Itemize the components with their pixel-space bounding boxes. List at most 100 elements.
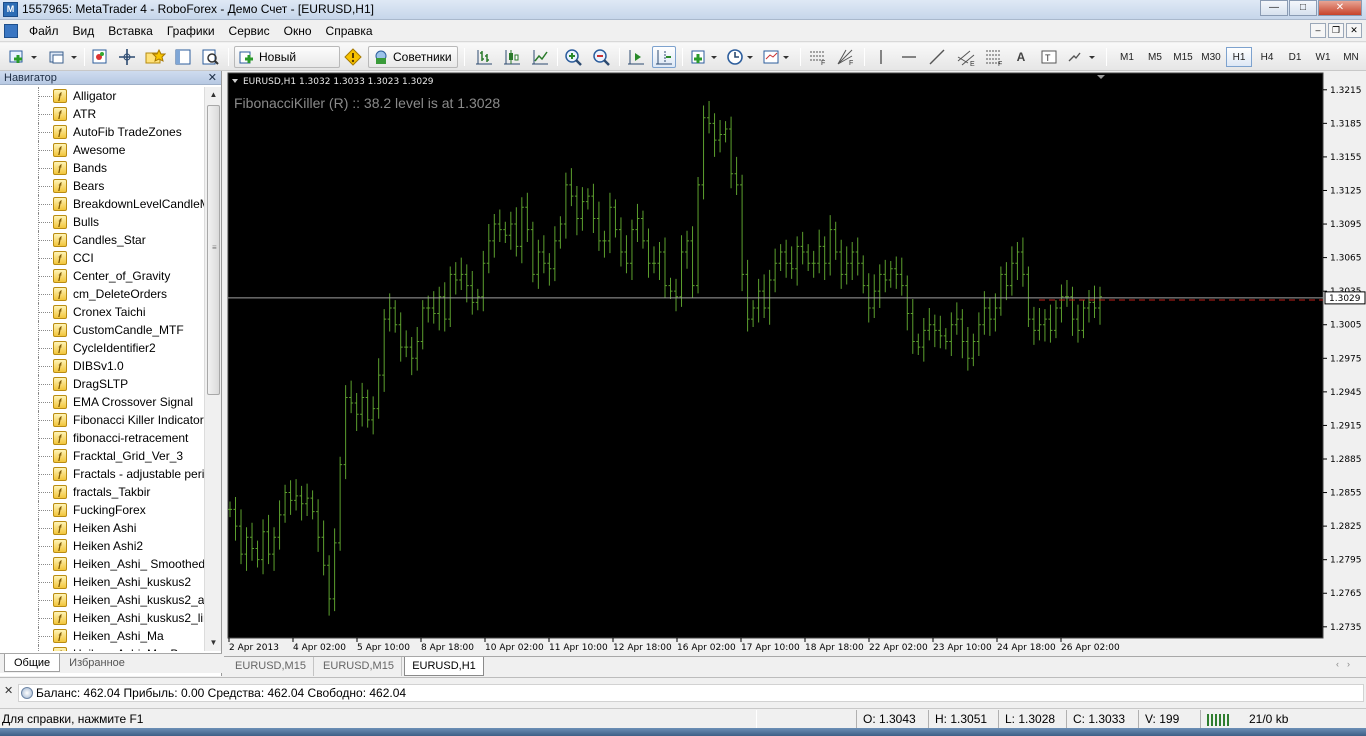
navigator-indicator-item[interactable]: ƒ Fractals - adjustable peri [0,465,204,483]
horizontal-line-button[interactable] [898,46,920,68]
connection-status[interactable]: 21/0 kb [1200,710,1360,728]
fibonacci-fan-button[interactable]: F [806,46,830,68]
text-tool-button[interactable]: A [1010,46,1032,68]
trendline-button[interactable] [926,46,948,68]
navigator-indicator-item[interactable]: ƒ Alligator [0,87,204,105]
price-chart[interactable]: EURUSD,H1 1.3032 1.3033 1.3023 1.3029 Fi… [224,71,1366,656]
data-window-button[interactable] [116,46,138,68]
menu-window[interactable]: Окно [277,20,319,42]
auto-scroll-button[interactable] [624,46,648,68]
menu-tools[interactable]: Сервис [222,20,277,42]
navigator-indicator-item[interactable]: ƒ EMA Crossover Signal [0,393,204,411]
navigator-indicator-item[interactable]: ƒ ATR [0,105,204,123]
timeframe-mn-button[interactable]: MN [1338,47,1364,67]
line-chart-button[interactable] [528,46,552,68]
navigator-indicator-item[interactable]: ƒ cm_DeleteOrders [0,285,204,303]
navigator-indicator-item[interactable]: ƒ BreakdownLevelCandleM [0,195,204,213]
close-button[interactable]: ✕ [1318,0,1362,16]
navigator-indicator-item[interactable]: ƒ DragSLTP [0,375,204,393]
navigator-indicator-item[interactable]: ƒ FuckingForex [0,501,204,519]
chart-window[interactable]: EURUSD,H1 1.3032 1.3033 1.3023 1.3029 Fi… [224,71,1366,656]
navigator-indicator-item[interactable]: ƒ Heiken_Ashi_kuskus2 [0,573,204,591]
navigator-indicator-item[interactable]: ƒ Fibonacci Killer Indicator [0,411,204,429]
tab-common[interactable]: Общие [4,654,61,672]
navigator-indicator-item[interactable]: ƒ Heiken_Ashi_kuskus2_lin [0,609,204,627]
navigator-indicator-item[interactable]: ƒ Heiken Ashi [0,519,204,537]
text-label-button[interactable]: T [1038,46,1060,68]
tab-favorites[interactable]: Избранное [60,654,134,672]
gann-fan-button[interactable]: F [834,46,858,68]
menu-view[interactable]: Вид [66,20,102,42]
timeframe-d1-button[interactable]: D1 [1282,47,1308,67]
timeframe-w1-button[interactable]: W1 [1310,47,1336,67]
timeframe-m5-button[interactable]: M5 [1142,47,1168,67]
navigator-indicator-item[interactable]: ƒ Bulls [0,213,204,231]
bar-chart-button[interactable] [472,46,496,68]
navigator-indicator-item[interactable]: ƒ Awesome [0,141,204,159]
navigator-indicator-item[interactable]: ƒ Candles_Star [0,231,204,249]
account-summary-row[interactable]: Баланс: 462.04 Прибыль: 0.00 Средства: 4… [18,684,1364,702]
chart-tab-eurusd-m15-1[interactable]: EURUSD,M15 [228,657,314,676]
timeframe-m15-button[interactable]: M15 [1170,47,1196,67]
navigator-indicator-item[interactable]: ƒ Heiken_Ashi_ Smoothed [0,555,204,573]
timeframe-h4-button[interactable]: H4 [1254,47,1280,67]
zoom-in-button[interactable] [562,46,586,68]
market-watch-button[interactable] [89,46,111,68]
minimize-button[interactable]: — [1260,0,1288,16]
terminal-button[interactable] [172,46,194,68]
alerts-button[interactable] [342,46,364,68]
mdi-restore-button[interactable]: ❐ [1328,23,1344,38]
navigator-indicator-item[interactable]: ƒ AutoFib TradeZones [0,123,204,141]
navigator-indicator-item[interactable]: ƒ CycleIdentifier2 [0,339,204,357]
scroll-down-icon[interactable]: ▼ [205,635,222,651]
navigator-indicator-item[interactable]: ƒ CustomCandle_MTF [0,321,204,339]
new-chart-button[interactable] [6,46,40,68]
navigator-indicator-item[interactable]: ƒ Bears [0,177,204,195]
templates-button[interactable] [760,46,792,68]
new-order-button[interactable]: Новый Ордер [234,46,340,84]
navigator-indicator-item[interactable]: ƒ Bands [0,159,204,177]
periods-button[interactable] [724,46,756,68]
navigator-indicator-item[interactable]: ƒ CCI [0,249,204,267]
navigator-indicator-item[interactable]: ƒ Heiken_Ashi_kuskus2_ale [0,591,204,609]
scroll-up-icon[interactable]: ▲ [205,87,222,103]
chart-plot-area[interactable] [227,72,1324,639]
navigator-indicator-item[interactable]: ƒ Heiken Ashi2 [0,537,204,555]
menu-help[interactable]: Справка [319,20,380,42]
terminal-close-icon[interactable]: ✕ [4,684,13,697]
navigator-indicator-item[interactable]: ƒ Heiken_Ashi_Ma_Bar [0,645,204,651]
navigator-indicator-item[interactable]: ƒ fractals_Takbir [0,483,204,501]
tab-scroll-arrows-icon[interactable]: ‹› [1336,659,1358,669]
navigator-indicator-item[interactable]: ƒ DIBSv1.0 [0,357,204,375]
timeframe-m1-button[interactable]: M1 [1114,47,1140,67]
expert-advisors-button[interactable]: Советники [368,46,458,68]
chart-shift-button[interactable] [652,46,676,68]
arrows-button[interactable] [1064,46,1098,68]
timeframe-m30-button[interactable]: M30 [1198,47,1224,67]
mdi-close-button[interactable]: ✕ [1346,23,1362,38]
navigator-indicator-item[interactable]: ƒ Cronex Taichi [0,303,204,321]
zoom-out-button[interactable] [590,46,614,68]
mdi-minimize-button[interactable]: – [1310,23,1326,38]
scroll-thumb[interactable]: ≡ [207,105,220,395]
navigator-scrollbar[interactable]: ▲ ≡ ▼ [204,87,221,651]
vertical-line-button[interactable] [870,46,892,68]
chart-tab-eurusd-m15-2[interactable]: EURUSD,M15 [316,657,402,676]
indicators-button[interactable] [688,46,720,68]
fibonacci-retracement-button[interactable]: F [982,46,1006,68]
timeframe-h1-button[interactable]: H1 [1226,47,1252,67]
chart-window-icon[interactable] [4,24,18,38]
navigator-button[interactable] [143,46,167,68]
candlestick-chart-button[interactable] [500,46,524,68]
navigator-indicator-item[interactable]: ƒ Fracktal_Grid_Ver_3 [0,447,204,465]
equidistant-channel-button[interactable]: E [954,46,978,68]
navigator-indicator-item[interactable]: ƒ Center_of_Gravity [0,267,204,285]
navigator-indicator-item[interactable]: ƒ fibonacci-retracement [0,429,204,447]
menu-insert[interactable]: Вставка [101,20,160,42]
navigator-indicator-item[interactable]: ƒ Heiken_Ashi_Ma [0,627,204,645]
menu-file[interactable]: Файл [22,20,66,42]
profiles-button[interactable] [46,46,80,68]
chart-tab-eurusd-h1[interactable]: EURUSD,H1 [404,657,484,676]
strategy-tester-button[interactable] [199,46,221,68]
maximize-button[interactable]: □ [1289,0,1317,16]
